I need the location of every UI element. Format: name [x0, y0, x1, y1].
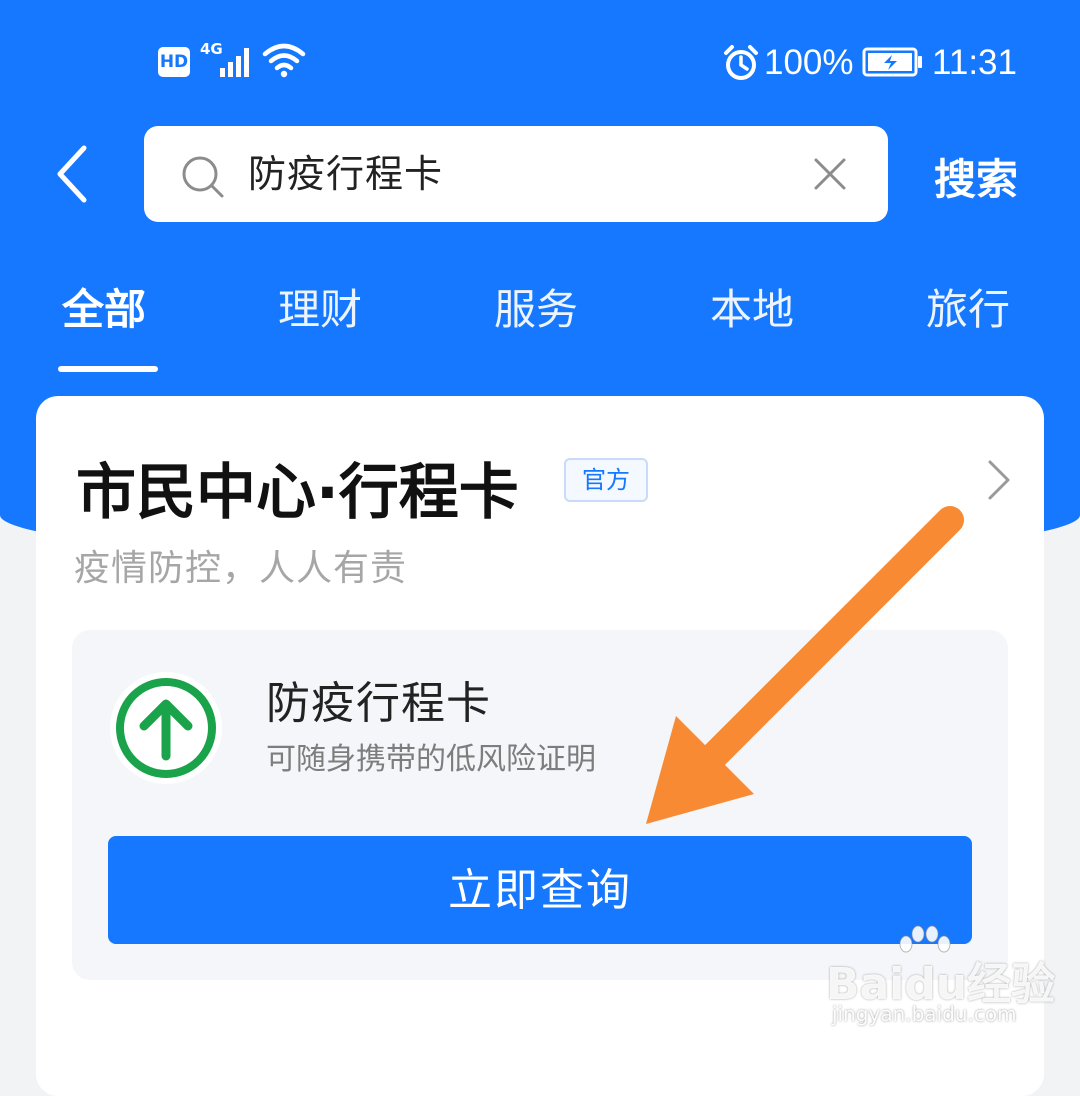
official-badge: 官方 — [564, 458, 648, 502]
search-query-text: 防疫行程卡 — [248, 152, 444, 196]
tab-local[interactable]: 本地 — [710, 278, 794, 342]
watermark-url: jingyan.baidu.com — [832, 1002, 1017, 1026]
query-now-button[interactable]: 立即查询 — [108, 836, 972, 944]
tab-finance[interactable]: 理财 — [278, 278, 362, 342]
battery-percentage: 100% — [764, 43, 854, 82]
tab-services[interactable]: 服务 — [494, 278, 578, 342]
status-bar: HD 4G 100% 11:31 — [0, 0, 1080, 120]
chevron-right-icon[interactable] — [984, 458, 1014, 502]
signal-strength-icon — [220, 48, 249, 77]
tab-travel[interactable]: 旅行 — [926, 278, 1010, 342]
card-title[interactable]: 市民中心·行程卡 — [76, 444, 519, 531]
clear-icon[interactable] — [812, 156, 848, 192]
wifi-icon — [262, 43, 306, 78]
service-description: 可随身携带的低风险证明 — [266, 742, 596, 777]
search-input[interactable]: 防疫行程卡 — [144, 126, 888, 222]
active-tab-indicator — [58, 366, 158, 372]
search-icon — [182, 156, 224, 198]
hd-indicator: HD — [158, 47, 190, 77]
service-panel: 防疫行程卡 可随身携带的低风险证明 立即查询 — [72, 630, 1008, 980]
alarm-clock-icon — [724, 45, 758, 80]
clock: 11:31 — [932, 43, 1017, 82]
up-arrow-circle-icon — [110, 672, 222, 784]
back-arrow-icon[interactable] — [48, 140, 98, 210]
search-button[interactable]: 搜索 — [934, 146, 1018, 207]
card-subtitle: 疫情防控，人人有责 — [74, 548, 408, 589]
tab-all[interactable]: 全部 — [62, 278, 146, 342]
service-name[interactable]: 防疫行程卡 — [266, 674, 491, 734]
battery-charging-icon — [862, 47, 922, 77]
